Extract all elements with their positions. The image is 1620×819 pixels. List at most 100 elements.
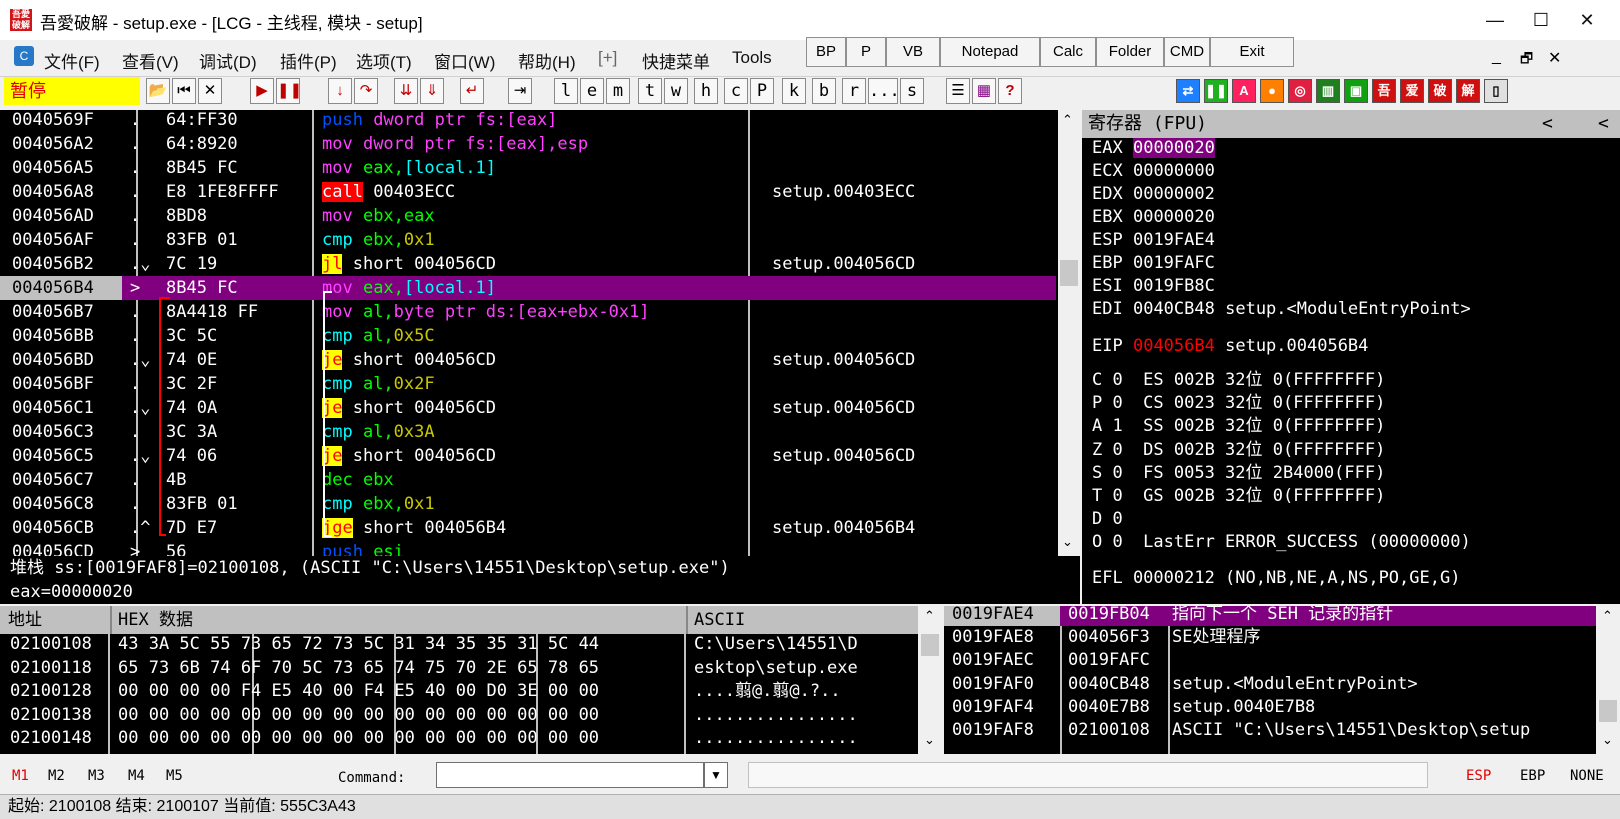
plugin-a-icon[interactable]: A [1232, 79, 1256, 103]
stack-row[interactable]: 0019FAE4 0019FB04 指向下一个 SEH 记录的指针 [944, 606, 1596, 626]
mdi-minimize-button[interactable]: _ [1492, 48, 1501, 66]
step-over-icon[interactable]: ↷ [354, 78, 378, 104]
call-stack-window-button[interactable]: k [782, 78, 806, 104]
breakpoints-window-button[interactable]: b [812, 78, 836, 104]
folder-button[interactable]: Folder [1096, 37, 1164, 67]
flag-line[interactable]: O 0 LastErr ERROR_SUCCESS (00000000) [1092, 530, 1471, 554]
dump-hex[interactable]: 43 3A 5C 55 73 65 72 73 5C 31 34 35 35 3… [118, 634, 599, 656]
bp-button[interactable]: BP [806, 37, 846, 67]
dump-address[interactable]: 02100148 [10, 726, 92, 750]
dump-hex[interactable]: 65 73 6B 74 6F 70 5C 73 65 74 75 70 2E 6… [118, 656, 599, 680]
flag-line[interactable]: T 0 GS 002B 32位 0(FFFFFFFF) [1092, 484, 1385, 508]
register-line[interactable]: EDI 0040CB48 setup.<ModuleEntryPoint> [1092, 297, 1471, 321]
menu-file[interactable]: 文件(F) [44, 48, 100, 73]
minimize-button[interactable]: — [1472, 6, 1518, 34]
vb-button[interactable]: VB [886, 37, 940, 67]
windows-window-button[interactable]: w [664, 78, 688, 104]
trace-over-icon[interactable]: ⇓ [420, 78, 444, 104]
exit-button[interactable]: Exit [1210, 37, 1294, 67]
register-line[interactable]: EAX 00000020 [1092, 136, 1215, 160]
stack-row[interactable]: 0019FAF8 02100108 ASCII "C:\Users\14551\De… [944, 718, 1596, 742]
close-process-icon[interactable]: ✕ [198, 78, 222, 104]
dump-ascii[interactable]: esktop\setup.exe [694, 656, 858, 680]
dump-pane[interactable]: 02100108 43 3A 5C 55 73 65 72 73 5C 31 34… [0, 634, 918, 754]
refresh-plugin-icon[interactable]: ⇄ [1176, 79, 1200, 103]
memory-window-button[interactable]: m [606, 78, 630, 104]
register-line[interactable]: EBX 00000020 [1092, 205, 1215, 229]
maximize-button[interactable]: ☐ [1518, 6, 1564, 34]
dump-hex[interactable]: 00 00 00 00 00 00 00 00 00 00 00 00 00 0… [118, 726, 599, 750]
prev-arrow-icon[interactable]: < [1542, 110, 1553, 138]
run-trace-window-button[interactable]: ... [868, 78, 900, 104]
efl-line[interactable]: EFL 00000212 (NO,NB,NE,A,NS,PO,GE,G) [1092, 566, 1460, 590]
record-plugin-icon[interactable]: ● [1260, 79, 1284, 103]
source-window-button[interactable]: s [900, 78, 924, 104]
follow-esp-button[interactable]: ESP [1466, 768, 1491, 784]
flag-line[interactable]: D 0 [1092, 507, 1123, 531]
register-line[interactable]: EDX 00000002 [1092, 182, 1215, 206]
menu-expand[interactable]: [+] [598, 48, 617, 68]
flag-line[interactable]: Z 0 DS 002B 32位 0(FFFFFFFF) [1092, 438, 1385, 462]
registers-pane[interactable]: 寄存器 (FPU) < < EAX 00000020 ECX 00000000 … [1082, 110, 1620, 604]
notepad-button[interactable]: Notepad [940, 37, 1040, 67]
blank-plugin-icon[interactable]: ▯ [1484, 79, 1508, 103]
run-icon[interactable]: ▶ [250, 78, 274, 104]
wu-plugin-icon[interactable]: 吾 [1372, 79, 1396, 103]
dump-ascii[interactable]: C:\Users\14551\D [694, 634, 858, 656]
modules-window-button[interactable]: e [580, 78, 604, 104]
flag-line[interactable]: A 1 SS 002B 32位 0(FFFFFFFF) [1092, 414, 1385, 438]
register-line[interactable]: EBP 0019FAFC [1092, 251, 1215, 275]
dump-address[interactable]: 02100108 [10, 634, 92, 656]
mdi-restore-button[interactable]: 🗗 [1520, 48, 1533, 72]
register-line[interactable]: EIP 004056B4 setup.004056B4 [1092, 334, 1368, 358]
dump-ascii[interactable]: ....翦@.翦@.?.. [694, 679, 841, 703]
patches-window-button[interactable]: P [750, 78, 774, 104]
target-plugin-icon[interactable]: ◎ [1288, 79, 1312, 103]
disassembly-scrollbar[interactable]: ⌃ ⌄ [1058, 110, 1080, 556]
mdi-close-button[interactable]: ✕ [1548, 48, 1561, 68]
menu-view[interactable]: 查看(V) [122, 48, 179, 73]
jie-plugin-icon[interactable]: 解 [1456, 79, 1480, 103]
pause-plugin-icon[interactable]: ❚❚ [1204, 79, 1228, 103]
dump-hex[interactable]: 00 00 00 00 F4 E5 40 00 F4 E5 40 00 D0 3… [118, 679, 599, 703]
open-icon[interactable]: 📂 [146, 78, 170, 104]
list-icon[interactable]: ☰ [946, 78, 970, 104]
pause-icon[interactable]: ❚❚ [276, 78, 302, 104]
flag-line[interactable]: P 0 CS 0023 32位 0(FFFFFFFF) [1092, 391, 1385, 415]
threads-window-button[interactable]: t [638, 78, 662, 104]
grid-icon[interactable]: ▦ [972, 78, 996, 104]
mark-m3[interactable]: M3 [88, 768, 105, 784]
menu-debug[interactable]: 调试(D) [199, 48, 257, 73]
flag-line[interactable]: C 0 ES 002B 32位 0(FFFFFFFF) [1092, 368, 1385, 392]
menu-options[interactable]: 选项(T) [356, 48, 412, 73]
trace-into-icon[interactable]: ⇊ [394, 78, 418, 104]
po-plugin-icon[interactable]: 破 [1428, 79, 1452, 103]
dump-scrollbar[interactable]: ⌃ ⌄ [918, 606, 942, 754]
references-window-button[interactable]: r [842, 78, 866, 104]
close-button[interactable]: ✕ [1564, 6, 1610, 34]
menu-tools[interactable]: Tools [732, 48, 772, 68]
stack-row[interactable]: 0019FAEC 0019FAFC [944, 648, 1596, 672]
dump-address[interactable]: 02100128 [10, 679, 92, 703]
execute-till-return-icon[interactable]: ↵ [460, 78, 484, 104]
collapse-arrow-icon[interactable]: < [1598, 110, 1609, 138]
follow-ebp-button[interactable]: EBP [1520, 768, 1545, 784]
follow-none-button[interactable]: NONE [1570, 768, 1604, 784]
menu-shortcuts[interactable]: 快捷菜单 [642, 48, 710, 73]
menu-plugins[interactable]: 插件(P) [280, 48, 337, 73]
p-button[interactable]: P [846, 37, 886, 67]
dump-address[interactable]: 02100118 [10, 656, 92, 680]
goto-icon[interactable]: ⇥ [508, 78, 532, 104]
cmd-button[interactable]: CMD [1164, 37, 1210, 67]
dump-hex[interactable]: 00 00 00 00 00 00 00 00 00 00 00 00 00 0… [118, 703, 599, 727]
system-menu-icon[interactable]: C [14, 46, 34, 66]
command-input[interactable] [436, 762, 704, 788]
stack-row[interactable]: 0019FAF0 0040CB48 setup.<ModuleEntryPoint> [944, 672, 1596, 696]
dump-address[interactable]: 02100138 [10, 703, 92, 727]
rewind-icon[interactable]: ⏮ [172, 78, 196, 104]
register-line[interactable]: ESI 0019FB8C [1092, 274, 1215, 298]
ai-plugin-icon[interactable]: 爱 [1400, 79, 1424, 103]
command-dropdown-icon[interactable]: ▼ [704, 762, 728, 788]
stack-row[interactable]: 0019FAE8 004056F3 SE处理程序 [944, 625, 1596, 649]
disassembly-pane[interactable]: 0040569F. 64:FF30 push dword ptr fs:[eax] 0… [0, 110, 1068, 556]
